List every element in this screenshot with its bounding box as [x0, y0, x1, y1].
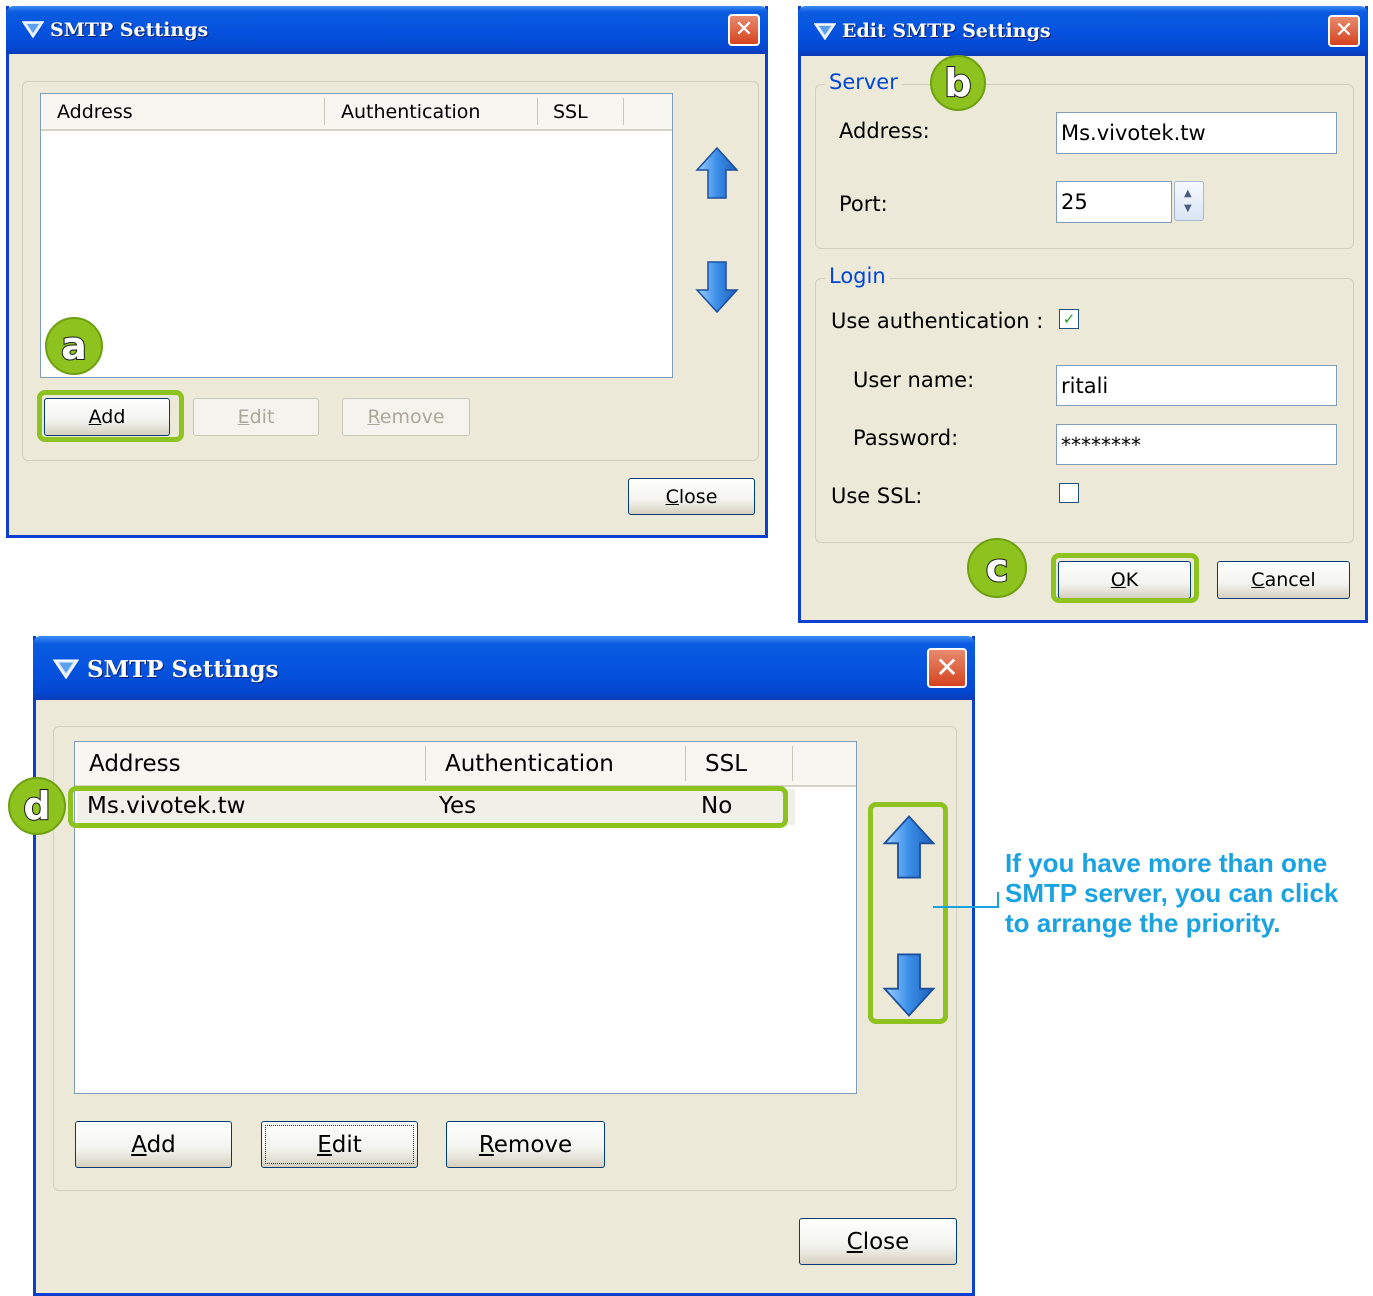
callout-badge-b: b	[930, 55, 986, 111]
column-address[interactable]: Address	[89, 742, 181, 785]
column-divider	[623, 98, 624, 125]
edit-button[interactable]: Edit	[193, 398, 319, 436]
arrow-down-icon	[695, 261, 739, 314]
close-icon: ✕	[734, 17, 754, 42]
checkmark-icon: ✓	[1062, 309, 1076, 328]
server-group-label: Server	[825, 70, 902, 94]
priority-note: If you have more than one SMTP server, y…	[1005, 848, 1339, 938]
remove-button-label: Remove	[367, 406, 445, 428]
move-down-button[interactable]	[882, 952, 936, 1022]
edit-button-label: Edit	[317, 1131, 362, 1158]
close-icon: ✕	[935, 651, 959, 684]
title-bar: Edit SMTP Settings ✕	[798, 6, 1368, 56]
remove-button-label: Remove	[478, 1131, 573, 1158]
window-title: SMTP Settings	[50, 19, 209, 41]
row-address: Ms.vivotek.tw	[87, 793, 246, 819]
ok-button[interactable]: OK	[1058, 561, 1191, 599]
port-field[interactable]: 25	[1056, 181, 1172, 223]
shield-icon	[21, 20, 45, 42]
port-spinner[interactable]: ▲ ▼	[1174, 181, 1204, 221]
callout-badge-a: a	[45, 317, 103, 375]
row-authentication: Yes	[439, 793, 477, 819]
edit-smtp-settings-window: Edit SMTP Settings ✕ Server Address: Ms.…	[798, 6, 1368, 623]
use-authentication-checkbox[interactable]: ✓	[1059, 309, 1079, 329]
table-row[interactable]: Ms.vivotek.tw Yes No	[77, 789, 795, 825]
column-ssl[interactable]: SSL	[705, 742, 747, 785]
add-button-label: Add	[131, 1131, 176, 1158]
add-button-label: Add	[88, 406, 126, 428]
shield-icon	[813, 22, 837, 44]
close-button-label: Close	[665, 485, 718, 508]
password-label: Password:	[853, 426, 959, 450]
remove-button[interactable]: Remove	[342, 398, 470, 436]
list-header: Address Authentication SSL	[41, 94, 672, 131]
title-bar: SMTP Settings ✕	[6, 6, 768, 54]
address-label: Address:	[839, 119, 930, 143]
column-divider	[537, 98, 538, 125]
move-down-button[interactable]	[695, 260, 739, 318]
column-divider	[685, 746, 686, 781]
move-up-button[interactable]	[882, 814, 936, 884]
move-up-button[interactable]	[695, 146, 739, 204]
title-bar: SMTP Settings ✕	[33, 636, 975, 700]
window-title: Edit SMTP Settings	[842, 20, 1051, 42]
arrow-up-icon	[882, 815, 936, 879]
column-divider	[425, 746, 426, 781]
login-group-label: Login	[825, 264, 890, 288]
smtp-settings-window-filled: SMTP Settings ✕ Address Authentication S…	[33, 636, 975, 1296]
arrow-up-icon	[695, 146, 739, 199]
close-button[interactable]: Close	[799, 1218, 957, 1265]
callout-badge-d: d	[8, 777, 66, 835]
list-header: Address Authentication SSL	[75, 742, 856, 787]
window-title: SMTP Settings	[87, 656, 279, 683]
smtp-settings-window-empty: SMTP Settings ✕ Address Authentication S…	[6, 6, 768, 538]
shield-icon	[52, 658, 80, 683]
column-ssl[interactable]: SSL	[553, 94, 588, 129]
spin-down-icon[interactable]: ▼	[1184, 203, 1192, 214]
password-field[interactable]: ********	[1056, 424, 1337, 465]
spin-up-icon[interactable]: ▲	[1184, 188, 1192, 199]
address-field[interactable]: Ms.vivotek.tw	[1056, 112, 1337, 154]
use-ssl-label: Use SSL:	[831, 484, 923, 508]
edit-button[interactable]: Edit	[261, 1121, 418, 1168]
close-window-button[interactable]: ✕	[728, 14, 760, 46]
add-button[interactable]: Add	[44, 398, 170, 436]
row-ssl: No	[701, 793, 733, 819]
annotation-leader-tick	[997, 892, 999, 908]
close-window-button[interactable]: ✕	[1328, 15, 1360, 47]
cancel-button[interactable]: Cancel	[1217, 561, 1350, 599]
remove-button[interactable]: Remove	[446, 1121, 605, 1168]
close-icon: ✕	[1334, 18, 1354, 43]
port-label: Port:	[839, 192, 888, 216]
annotation-leader-line	[933, 906, 999, 908]
cancel-button-label: Cancel	[1251, 569, 1316, 591]
column-divider	[792, 746, 793, 781]
add-button[interactable]: Add	[75, 1121, 232, 1168]
close-button-label: Close	[846, 1228, 910, 1255]
server-groupbox	[815, 84, 1354, 249]
use-ssl-checkbox[interactable]	[1059, 483, 1079, 503]
edit-button-label: Edit	[237, 406, 275, 428]
username-label: User name:	[853, 368, 975, 392]
callout-badge-c: c	[967, 538, 1027, 598]
arrow-down-icon	[882, 953, 936, 1017]
use-authentication-label: Use authentication :	[831, 309, 1044, 333]
column-divider	[324, 98, 325, 125]
close-window-button[interactable]: ✕	[927, 648, 967, 688]
column-authentication[interactable]: Authentication	[445, 742, 614, 785]
column-address[interactable]: Address	[57, 94, 133, 129]
column-authentication[interactable]: Authentication	[341, 94, 480, 129]
smtp-server-list[interactable]: Address Authentication SSL Ms.vivotek.tw…	[74, 741, 857, 1094]
ok-button-label: OK	[1110, 569, 1139, 591]
username-field[interactable]: ritali	[1056, 365, 1337, 406]
close-button[interactable]: Close	[628, 478, 755, 515]
smtp-server-list[interactable]: Address Authentication SSL	[40, 93, 673, 378]
